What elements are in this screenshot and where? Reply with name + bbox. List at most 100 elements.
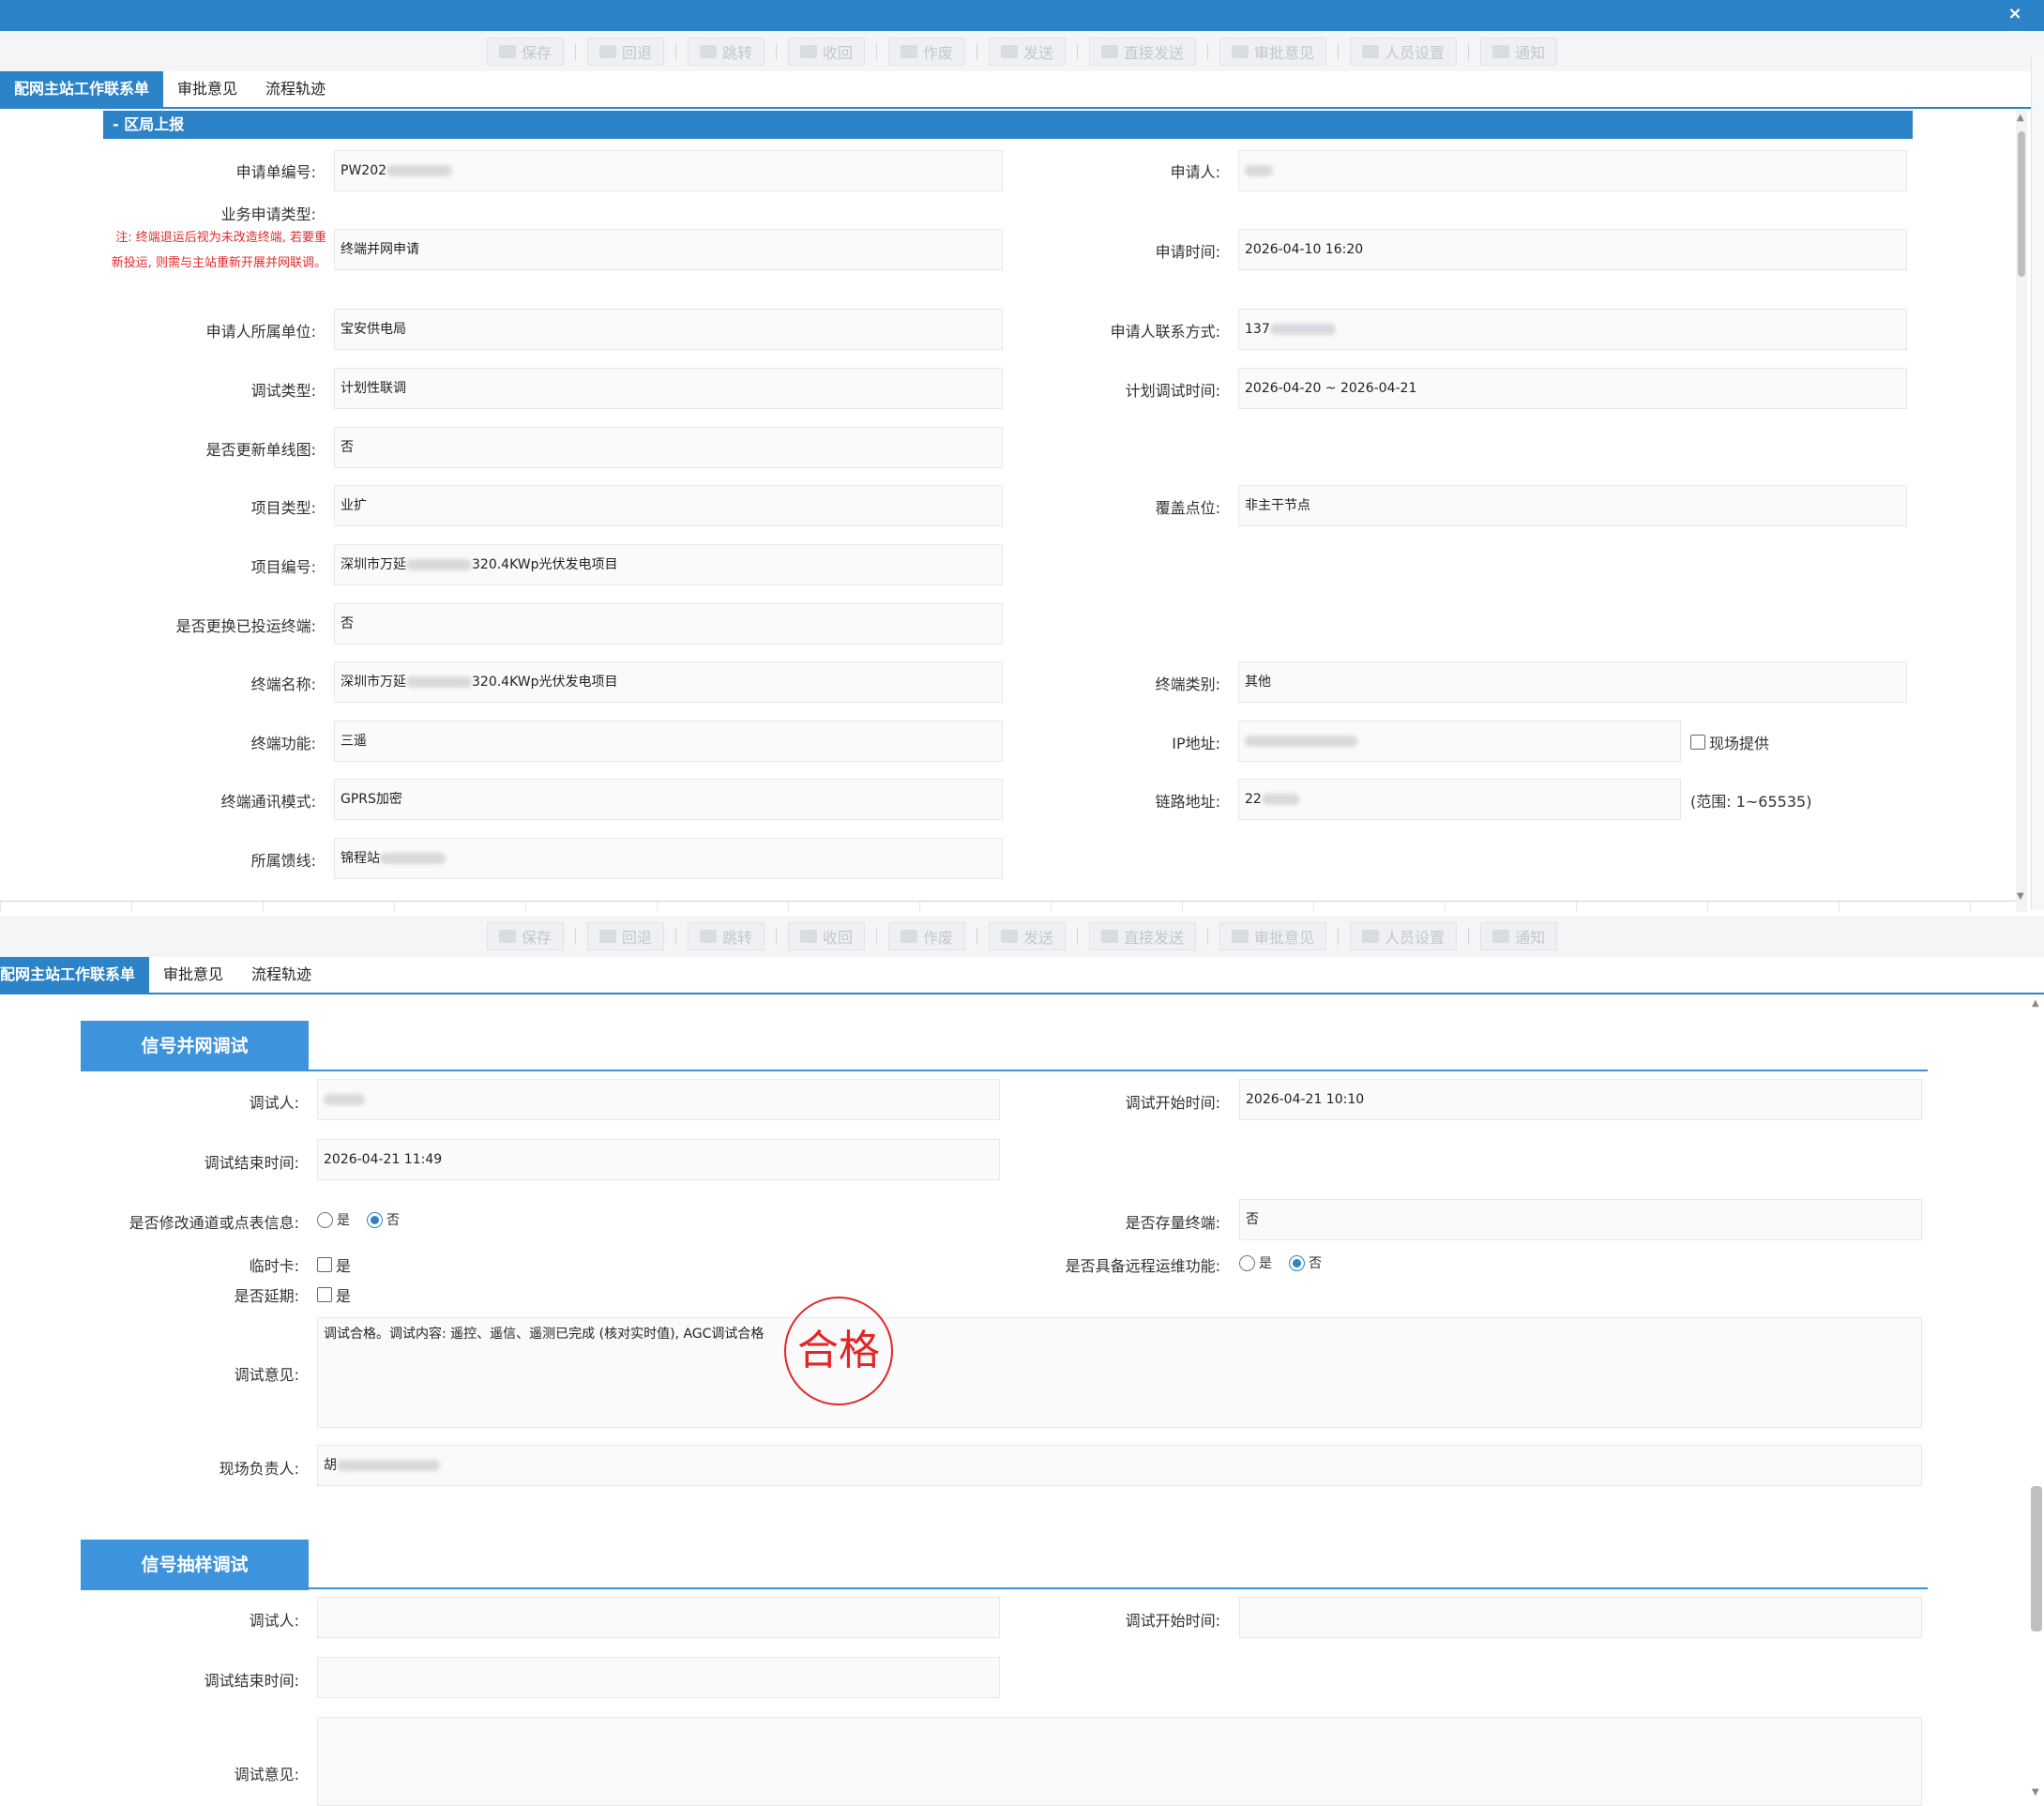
direct-send-button[interactable]: 直接发送: [1089, 922, 1197, 950]
onsite-provide-checkbox[interactable]: 现场提供: [1690, 731, 1769, 753]
stock-terminal-field[interactable]: 否: [1239, 1199, 1922, 1240]
redacted-text: [1245, 736, 1357, 747]
close-icon[interactable]: ×: [2005, 4, 2025, 24]
scroll-up-icon[interactable]: ▲: [2032, 998, 2039, 1009]
direct-send-button[interactable]: 直接发送: [1089, 38, 1197, 66]
label-app-no: 申请单编号:: [235, 163, 316, 181]
apply-time-field[interactable]: 2026-04-10 16:20: [1238, 229, 1907, 270]
toolbar-separator: [1207, 928, 1209, 945]
project-no-field[interactable]: 深圳市万延 320.4KWp光伏发电项目: [334, 544, 1003, 585]
terminal-name-field[interactable]: 深圳市万延 320.4KWp光伏发电项目: [334, 661, 1003, 703]
sample-tester-field[interactable]: [317, 1597, 1000, 1638]
comm-mode-field[interactable]: GPRS加密: [334, 779, 1003, 820]
user-icon: [1362, 45, 1380, 58]
label-modify-channel: 是否修改通道或点表信息:: [129, 1214, 299, 1232]
toolbar-separator: [674, 43, 676, 60]
applicant-field[interactable]: [1238, 150, 1907, 191]
window-titlebar: ×: [0, 0, 2044, 31]
jump-button[interactable]: 跳转: [687, 922, 765, 950]
tab-work-contact[interactable]: 配网主站工作联系单: [0, 71, 164, 107]
radio-yes[interactable]: [1239, 1254, 1255, 1271]
redacted-text: [1245, 165, 1273, 176]
tab-flow-trace[interactable]: 流程轨迹: [237, 957, 326, 993]
sample-opinion-textarea[interactable]: [317, 1717, 1922, 1806]
terminal-func-field[interactable]: 三遥: [334, 721, 1003, 762]
sample-end-time-field[interactable]: [317, 1657, 1000, 1698]
label-start-time: 调试开始时间:: [1125, 1612, 1220, 1630]
scroll-down-icon[interactable]: ▼: [2017, 891, 2024, 902]
scrollbar-thumb-bottom[interactable]: [2031, 1486, 2042, 1631]
update-diagram-field[interactable]: 否: [334, 427, 1003, 468]
approval-opinion-button[interactable]: 审批意见: [1219, 38, 1327, 66]
radio-no[interactable]: [1289, 1254, 1305, 1271]
void-button[interactable]: 作废: [887, 38, 965, 66]
void-button[interactable]: 作废: [887, 922, 965, 950]
send-button[interactable]: 发送: [989, 922, 1067, 950]
rollback-button[interactable]: 回退: [586, 38, 664, 66]
tab-approval[interactable]: 审批意见: [163, 71, 251, 107]
save-icon: [498, 930, 516, 943]
terminal-class-field[interactable]: 其他: [1238, 661, 1907, 703]
tester-field[interactable]: [317, 1079, 1000, 1120]
retract-button[interactable]: 收回: [787, 38, 865, 66]
link-addr-field[interactable]: 22: [1238, 779, 1681, 820]
tab-approval[interactable]: 审批意见: [149, 957, 237, 993]
delay-checkbox[interactable]: 是: [317, 1283, 351, 1306]
sample-start-time-field[interactable]: [1239, 1597, 1922, 1638]
redacted-text: [386, 165, 453, 176]
remote-ops-radio-group: 是 否: [1239, 1253, 1322, 1272]
ip-field[interactable]: [1238, 721, 1681, 762]
label-project-no: 项目编号:: [250, 558, 316, 576]
replace-terminal-field[interactable]: 否: [334, 603, 1003, 645]
redacted-text: [1269, 324, 1336, 335]
save-button[interactable]: 保存: [486, 922, 564, 950]
start-time-field[interactable]: 2026-04-21 10:10: [1239, 1079, 1922, 1120]
end-time-field[interactable]: 2026-04-21 11:49: [317, 1139, 1000, 1180]
project-type-field[interactable]: 业扩: [334, 485, 1003, 526]
tab-work-contact[interactable]: 配网主站工作联系单: [0, 957, 150, 993]
retract-button[interactable]: 收回: [787, 922, 865, 950]
unit-field[interactable]: 宝安供电局: [334, 309, 1003, 350]
scroll-up-icon[interactable]: ▲: [2017, 113, 2024, 123]
tab-flow-trace[interactable]: 流程轨迹: [251, 71, 340, 107]
biz-type-field[interactable]: 终端并网申请: [334, 229, 1003, 270]
send-button[interactable]: 发送: [989, 38, 1067, 66]
opinion-textarea[interactable]: 调试合格。调试内容: 遥控、遥信、遥测已完成 (核对实时值), AGC调试合格: [317, 1317, 1922, 1428]
label-update-diagram: 是否更新单线图:: [205, 441, 316, 459]
approval-opinion-button[interactable]: 审批意见: [1219, 922, 1327, 950]
tabbar-bottom: 配网主站工作联系单 审批意见 流程轨迹: [0, 957, 2044, 994]
onsite-lead-field[interactable]: 胡: [317, 1445, 1922, 1486]
plan-time-field[interactable]: 2026-04-20 ~ 2026-04-21: [1238, 368, 1907, 409]
side-strip: [2031, 56, 2044, 910]
debug-type-field[interactable]: 计划性联调: [334, 368, 1003, 409]
redacted-text: [406, 676, 472, 688]
radio-no[interactable]: [367, 1211, 383, 1228]
void-icon: [900, 45, 917, 58]
notify-button[interactable]: 通知: [1480, 38, 1558, 66]
personnel-settings-button[interactable]: 人员设置: [1350, 38, 1458, 66]
scroll-down-icon[interactable]: ▼: [2032, 1787, 2039, 1798]
toolbar-separator: [1338, 928, 1340, 945]
save-button[interactable]: 保存: [486, 38, 564, 66]
save-icon: [498, 45, 516, 58]
modify-channel-radio-group: 是 否: [317, 1210, 400, 1229]
coverage-field[interactable]: 非主干节点: [1238, 485, 1907, 526]
feeder-field[interactable]: 锦程站: [334, 838, 1003, 879]
radio-yes[interactable]: [317, 1211, 333, 1228]
toolbar-separator: [1468, 928, 1470, 945]
personnel-settings-button[interactable]: 人员设置: [1350, 922, 1458, 950]
notify-button[interactable]: 通知: [1480, 922, 1558, 950]
scrollbar-thumb-top[interactable]: [2018, 131, 2025, 277]
label-onsite-lead: 现场负责人:: [219, 1460, 299, 1478]
jump-button[interactable]: 跳转: [687, 38, 765, 66]
label-opinion: 调试意见:: [234, 1366, 299, 1384]
checkbox[interactable]: [317, 1287, 332, 1302]
checkbox[interactable]: [317, 1257, 332, 1272]
app-no-field[interactable]: PW202: [334, 150, 1003, 191]
temp-card-checkbox[interactable]: 是: [317, 1253, 351, 1276]
contact-field[interactable]: 137: [1238, 309, 1907, 350]
toolbar-top: 保存 回退 跳转 收回 作废 发送 直接发送 审批意见 人员设置 通知: [0, 31, 2044, 72]
label-remote-ops: 是否具备远程运维功能:: [1065, 1257, 1220, 1275]
rollback-button[interactable]: 回退: [586, 922, 664, 950]
checkbox[interactable]: [1690, 735, 1705, 750]
